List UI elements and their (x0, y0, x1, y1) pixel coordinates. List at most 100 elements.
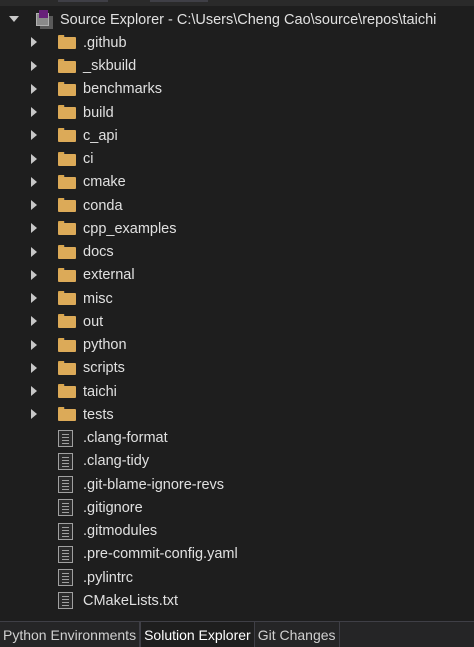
folder-row[interactable]: benchmarks (0, 78, 474, 101)
tab-git-changes[interactable]: Git Changes (255, 622, 340, 647)
file-icon (58, 569, 73, 586)
folder-icon (58, 384, 76, 398)
collapsed-arrow-icon[interactable] (31, 37, 37, 48)
folder-icon (58, 81, 76, 96)
file-row[interactable]: .gitmodules (0, 520, 474, 543)
collapsed-arrow-icon[interactable] (31, 316, 37, 327)
folder-icon (58, 58, 76, 73)
folder-label: external (83, 267, 135, 284)
folder-label: tests (83, 406, 114, 423)
collapsed-arrow-icon[interactable] (31, 130, 37, 141)
top-strip-segment (150, 0, 208, 2)
tab-solution-explorer[interactable]: Solution Explorer (140, 622, 255, 647)
collapsed-arrow-icon[interactable] (31, 269, 37, 280)
folder-row[interactable]: conda (0, 194, 474, 217)
folder-label: build (83, 104, 114, 121)
file-row[interactable]: .clang-tidy (0, 450, 474, 473)
collapsed-arrow-icon[interactable] (31, 83, 37, 94)
folder-label: docs (83, 244, 114, 261)
folder-label: ci (83, 151, 94, 168)
solution-explorer-panel: Source Explorer - C:\Users\Cheng Cao\sou… (0, 0, 474, 647)
folder-label: _skbuild (83, 58, 137, 75)
bottom-tab-bar: Python Environments Solution Explorer Git … (0, 621, 474, 647)
collapsed-arrow-icon[interactable] (31, 153, 37, 164)
top-scroll-strip (0, 0, 474, 6)
folder-row[interactable]: tests (0, 403, 474, 426)
folder-icon (58, 128, 76, 143)
file-label: .git-blame-ignore-revs (83, 476, 225, 493)
folder-label: benchmarks (83, 81, 162, 98)
folder-row[interactable]: misc (0, 287, 474, 310)
file-icon (58, 522, 73, 540)
folder-label: cpp_examples (83, 220, 177, 237)
file-icon (58, 499, 73, 517)
file-icon (58, 452, 73, 470)
folder-row[interactable]: docs (0, 241, 474, 264)
folder-row[interactable]: c_api (0, 124, 474, 147)
folder-label: taichi (83, 383, 117, 400)
folder-list: .github _skbuild benchmarks build c_apici cma… (0, 31, 474, 426)
collapsed-arrow-icon[interactable] (31, 362, 37, 373)
folder-label: .github (83, 34, 127, 51)
file-label: .pylintrc (83, 569, 133, 586)
folder-icon (58, 244, 76, 259)
folder-icon (58, 314, 76, 329)
collapsed-arrow-icon[interactable] (31, 293, 37, 303)
file-row[interactable]: .gitignore (0, 496, 474, 519)
solution-root-row[interactable]: Source Explorer - C:\Users\Cheng Cao\sou… (0, 8, 474, 31)
collapsed-arrow-icon[interactable] (31, 60, 37, 71)
folder-icon (58, 105, 76, 119)
folder-row[interactable]: scripts (0, 357, 474, 380)
file-icon (58, 545, 73, 563)
folder-row[interactable]: cmake (0, 171, 474, 194)
folder-icon (58, 337, 76, 352)
solution-icon (34, 10, 54, 29)
folder-icon (58, 198, 76, 212)
folder-row[interactable]: out (0, 310, 474, 333)
folder-label: out (83, 313, 104, 330)
file-row[interactable]: .git-blame-ignore-revs (0, 473, 474, 496)
file-row[interactable]: .clang-format (0, 427, 474, 450)
file-row[interactable]: CMakeLists.txt (0, 589, 474, 612)
folder-icon (58, 407, 76, 422)
collapsed-arrow-icon[interactable] (31, 246, 37, 257)
tab-python-environments[interactable]: Python Environments (0, 622, 141, 647)
file-row[interactable]: .pylintrc (0, 566, 474, 589)
file-label: .gitignore (83, 499, 143, 516)
folder-row[interactable]: external (0, 264, 474, 287)
folder-icon (58, 267, 76, 282)
collapsed-arrow-icon[interactable] (31, 409, 37, 420)
folder-label: misc (83, 290, 113, 307)
folder-icon (58, 360, 76, 375)
collapsed-arrow-icon[interactable] (31, 176, 37, 187)
file-label: .pre-commit-config.yaml (83, 546, 238, 563)
folder-icon (58, 221, 76, 236)
collapsed-arrow-icon[interactable] (31, 200, 37, 210)
folder-row[interactable]: .github (0, 31, 474, 54)
collapsed-arrow-icon[interactable] (31, 107, 37, 117)
file-label: .clang-format (83, 430, 168, 447)
folder-icon (58, 291, 76, 305)
file-label: .gitmodules (83, 523, 158, 540)
folder-row[interactable]: cpp_examples (0, 217, 474, 240)
folder-row[interactable]: python (0, 334, 474, 357)
expanded-arrow-icon[interactable] (9, 16, 19, 22)
file-row[interactable]: .pre-commit-config.yaml (0, 543, 474, 566)
collapsed-arrow-icon[interactable] (31, 386, 37, 396)
solution-label: Source Explorer - C:\Users\Cheng Cao\sou… (60, 11, 437, 28)
folder-row[interactable]: _skbuild (0, 55, 474, 78)
folder-row[interactable]: taichi (0, 380, 474, 403)
folder-row[interactable]: build (0, 101, 474, 124)
file-list: .clang-format .clang-tidy .git-blame-ignor… (0, 427, 474, 613)
folder-label: conda (83, 197, 123, 214)
folder-row[interactable]: ci (0, 148, 474, 171)
folder-icon (58, 174, 76, 189)
file-label: CMakeLists.txt (83, 592, 179, 609)
collapsed-arrow-icon[interactable] (31, 339, 37, 350)
collapsed-arrow-icon[interactable] (31, 223, 37, 234)
solution-tree: Source Explorer - C:\Users\Cheng Cao\sou… (0, 8, 474, 613)
file-icon (58, 592, 73, 610)
folder-label: c_api (83, 127, 118, 144)
folder-icon (58, 35, 76, 50)
folder-label: python (83, 337, 127, 354)
